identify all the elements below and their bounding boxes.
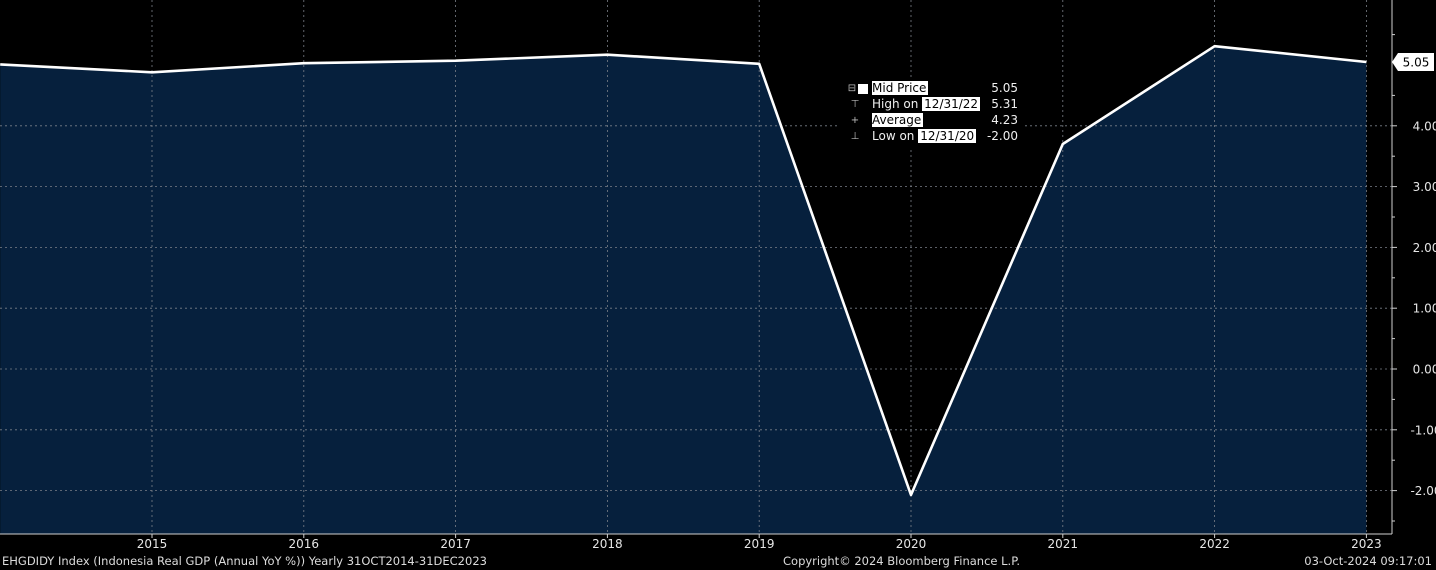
x-tick-label: 2020: [896, 537, 927, 551]
y-tick-label: -1.00: [1410, 423, 1436, 437]
x-tick-label: 2016: [289, 537, 320, 551]
legend-value-average: 4.23: [991, 113, 1018, 127]
legend-value-mid-price: 5.05: [991, 81, 1018, 95]
x-tick-label: 2022: [1199, 537, 1230, 551]
legend-label-mid-price: Mid Price: [872, 81, 929, 95]
y-tick-label: 4.00: [1413, 119, 1436, 133]
legend-low-text: Low on: [872, 129, 915, 143]
x-tick-label: 2023: [1351, 537, 1382, 551]
average-marker-icon: +: [850, 115, 860, 126]
x-tick-label: 2015: [137, 537, 168, 551]
legend-high-text: High on: [872, 97, 919, 111]
y-tick-label: 3.00: [1413, 180, 1436, 194]
y-tick-label: 1.00: [1413, 302, 1436, 316]
x-tick-label: 2018: [592, 537, 623, 551]
x-tick-label: 2017: [440, 537, 471, 551]
legend-row-high: ⊤ High on 12/31/22 5.31: [840, 97, 1024, 113]
footer-bar: EHGDIDY Index (Indonesia Real GDP (Annua…: [0, 552, 1436, 570]
legend-label-high: High on 12/31/22: [872, 97, 981, 111]
legend-row-average: + Average 4.23: [840, 113, 1024, 129]
y-tick-label: 2.00: [1413, 241, 1436, 255]
high-marker-icon: ⊤: [850, 99, 860, 110]
x-tick-label: 2021: [1048, 537, 1079, 551]
area-fill: [0, 46, 1367, 534]
area-layer: [0, 46, 1367, 534]
legend-label-average: Average: [872, 113, 924, 127]
legend-row-low: ⊥ Low on 12/31/20 -2.00: [840, 129, 1024, 145]
low-marker-icon: ⊥: [850, 131, 860, 142]
footer-timestamp: 03-Oct-2024 09:17:01: [1304, 554, 1432, 568]
legend-row-mid-price: ⊟ Mid Price 5.05: [840, 81, 1024, 97]
legend-label-low: Low on 12/31/20: [872, 129, 977, 143]
series-swatch-icon: [858, 84, 868, 94]
x-tick-label: 2019: [744, 537, 775, 551]
y-axis-ticks: -2.00 -1.00 0.00 1.00 2.00 3.00 4.00: [1392, 34, 1436, 522]
y-tick-label: -2.00: [1410, 484, 1436, 498]
x-axis-ticks: 2015 2016 2017 2018 2019 2020 2021 2022 2023: [137, 534, 1382, 551]
chart-area: -2.00-1.000.001.002.003.004.00 201520162…: [0, 0, 1436, 551]
collapse-icon[interactable]: ⊟: [845, 82, 859, 96]
last-value-marker: 5.05: [1392, 52, 1434, 71]
legend-high-date: 12/31/22: [922, 97, 981, 111]
footer-security-description: EHGDIDY Index (Indonesia Real GDP (Annua…: [2, 554, 487, 568]
legend-value-low: -2.00: [986, 129, 1018, 143]
y-tick-label: 0.00: [1413, 363, 1436, 377]
legend-box: ⊟ Mid Price 5.05 ⊤ High on 12/31/22 5.31…: [840, 78, 1024, 150]
footer-copyright: Copyright© 2024 Bloomberg Finance L.P.: [783, 554, 1020, 568]
last-value-label: 5.05: [1403, 55, 1430, 69]
legend-low-date: 12/31/20: [918, 129, 977, 143]
legend-value-high: 5.31: [991, 97, 1018, 111]
